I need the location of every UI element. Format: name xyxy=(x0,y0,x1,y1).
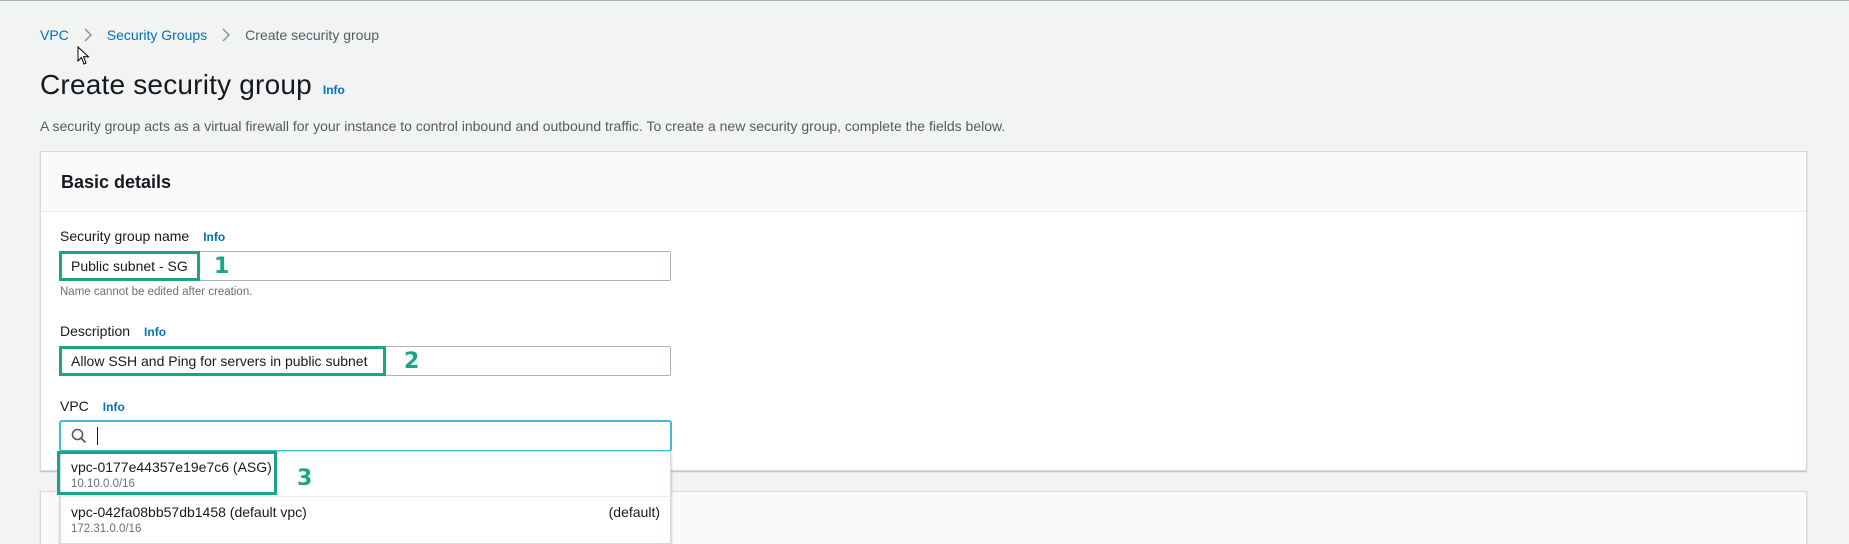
annotation-step-2: 2 xyxy=(404,349,420,374)
security-group-name-label: Security group name Info xyxy=(60,228,225,244)
mouse-cursor-icon xyxy=(77,46,90,65)
top-border xyxy=(0,0,1849,1)
page-title: Create security group xyxy=(40,69,312,100)
vpc-option-cidr: 172.31.0.0/16 xyxy=(71,523,142,535)
annotation-step-1: 1 xyxy=(214,254,230,279)
page-header: Create security group Info xyxy=(40,69,345,101)
search-icon xyxy=(71,428,87,444)
vpc-label-text: VPC xyxy=(60,398,89,414)
security-group-name-constraint: Name cannot be edited after creation. xyxy=(60,286,253,298)
description-info-link[interactable]: Info xyxy=(144,325,166,339)
description-label: Description Info xyxy=(60,323,166,339)
vpc-option[interactable]: vpc-042fa08bb57db1458 (default vpc) 172.… xyxy=(61,496,670,540)
description-value: Allow SSH and Ping for servers in public… xyxy=(71,353,368,369)
security-group-name-info-link[interactable]: Info xyxy=(203,230,225,244)
vpc-option[interactable]: vpc-0177e44357e19e7c6 (ASG) 10.10.0.0/16 xyxy=(61,452,670,496)
security-group-name-input[interactable]: Public subnet - SG xyxy=(60,251,671,281)
annotation-step-3: 3 xyxy=(297,466,313,491)
basic-details-heading: Basic details xyxy=(41,152,1806,212)
vpc-dropdown-list: vpc-0177e44357e19e7c6 (ASG) 10.10.0.0/16… xyxy=(60,451,671,544)
breadcrumb-security-groups-link[interactable]: Security Groups xyxy=(107,27,207,43)
vpc-info-link[interactable]: Info xyxy=(103,400,125,414)
chevron-right-icon xyxy=(83,28,93,42)
description-label-text: Description xyxy=(60,323,131,339)
page-info-link[interactable]: Info xyxy=(323,83,345,97)
breadcrumb-current: Create security group xyxy=(245,27,380,43)
page-description: A security group acts as a virtual firew… xyxy=(40,118,1006,134)
vpc-option-default-tag: (default) xyxy=(608,504,660,520)
text-caret xyxy=(97,427,98,445)
breadcrumb-vpc-link[interactable]: VPC xyxy=(40,27,69,43)
vpc-option-cidr: 10.10.0.0/16 xyxy=(71,478,135,490)
vpc-label: VPC Info xyxy=(60,398,125,414)
security-group-name-label-text: Security group name xyxy=(60,228,190,244)
vpc-search-input[interactable] xyxy=(60,421,671,451)
description-input[interactable]: Allow SSH and Ping for servers in public… xyxy=(60,346,671,376)
breadcrumb: VPC Security Groups Create security grou… xyxy=(40,27,379,43)
security-group-name-value: Public subnet - SG xyxy=(71,258,188,274)
vpc-option-label: vpc-042fa08bb57db1458 (default vpc) xyxy=(71,504,307,520)
chevron-right-icon xyxy=(221,28,231,42)
vpc-option-label: vpc-0177e44357e19e7c6 (ASG) xyxy=(71,459,272,475)
